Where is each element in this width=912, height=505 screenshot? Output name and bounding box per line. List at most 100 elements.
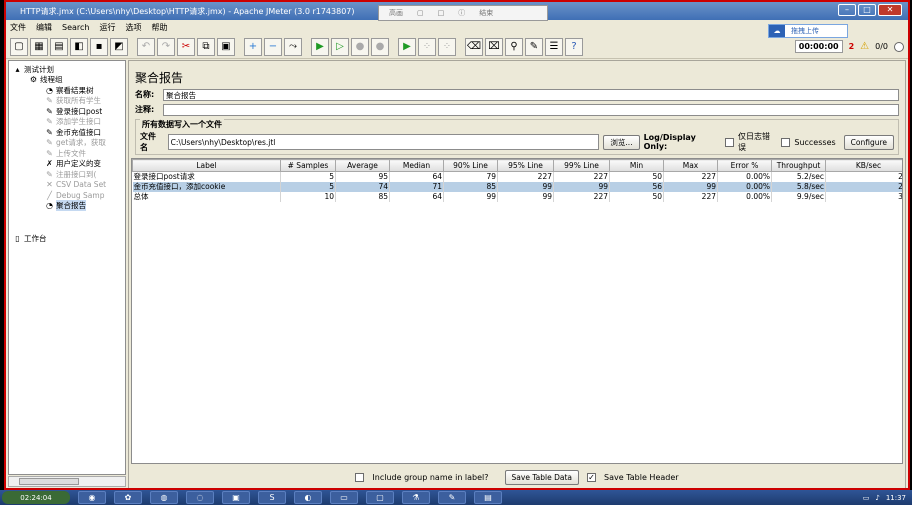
column-header[interactable]: Average bbox=[335, 159, 390, 172]
column-header[interactable]: 90% Line bbox=[443, 159, 498, 172]
warning-icon[interactable]: ⚠ bbox=[860, 41, 869, 52]
table-row[interactable]: 登录接口post请求 5 95 64 79 227 227 50 227 0.00% 5.2/sec… bbox=[132, 171, 902, 182]
expand-icon[interactable]: + bbox=[244, 37, 262, 56]
browse-button[interactable]: 浏览... bbox=[603, 134, 640, 150]
postman-task-icon[interactable]: ◐ bbox=[294, 491, 322, 504]
search-icon[interactable]: ⚲ bbox=[505, 37, 523, 56]
column-header[interactable]: 99% Line bbox=[553, 159, 610, 172]
tree-node[interactable]: ✎ 添加学生接口 bbox=[45, 117, 101, 127]
tree-node[interactable]: ✎ 登录接口post bbox=[45, 106, 102, 116]
column-header[interactable]: 95% Line bbox=[497, 159, 554, 172]
start-button[interactable]: 02:24:04 bbox=[2, 491, 70, 504]
menu-run[interactable]: 运行 bbox=[99, 22, 115, 33]
save-as-icon[interactable]: ◩ bbox=[110, 37, 128, 56]
tree-node[interactable]: ⚙ 线程组 bbox=[29, 75, 63, 85]
errors-only-checkbox[interactable] bbox=[725, 137, 735, 147]
scrollbar-thumb[interactable] bbox=[19, 478, 79, 485]
help-icon[interactable]: ? bbox=[565, 37, 583, 56]
open-recent-icon[interactable]: ◧ bbox=[70, 37, 88, 56]
tree-node[interactable]: ◔ 察看结果树 bbox=[45, 85, 94, 95]
clear-all-icon[interactable]: ⌧ bbox=[485, 37, 503, 56]
tree-node[interactable]: ▯ 工作台 bbox=[13, 233, 46, 243]
toggle-icon[interactable]: ⤳ bbox=[284, 37, 302, 56]
column-header[interactable]: KB/sec bbox=[825, 159, 902, 172]
name-input[interactable]: 聚合报告 bbox=[163, 88, 899, 101]
save-table-data-button[interactable]: Save Table Data bbox=[504, 469, 580, 485]
stop-icon[interactable]: ● bbox=[351, 37, 369, 56]
configure-button[interactable]: Configure bbox=[843, 134, 895, 150]
tree-node[interactable]: ✎ get请求，获取 bbox=[45, 138, 106, 148]
redo-icon[interactable]: ↷ bbox=[157, 37, 175, 56]
menu-search[interactable]: Search bbox=[62, 23, 89, 32]
square-icon[interactable]: ▢ bbox=[413, 9, 428, 17]
minimize-button[interactable]: – bbox=[838, 4, 856, 16]
new-file-icon[interactable]: ▢ bbox=[10, 37, 28, 56]
table-row[interactable]: 总体1085649999227502270.00%9.9/sec3.5 bbox=[132, 191, 902, 202]
menu-edit[interactable]: 编辑 bbox=[36, 22, 52, 33]
comment-input[interactable] bbox=[163, 103, 899, 116]
remote-start-icon[interactable]: ▶ bbox=[398, 37, 416, 56]
column-header[interactable]: Error % bbox=[717, 159, 772, 172]
paste-icon[interactable]: ▣ bbox=[217, 37, 235, 56]
collapse-icon[interactable]: − bbox=[264, 37, 282, 56]
save-table-header-checkbox[interactable]: ✓ bbox=[587, 472, 597, 482]
tree-horizontal-scrollbar[interactable] bbox=[8, 476, 126, 487]
window-icon[interactable]: □ bbox=[434, 9, 449, 17]
tree-node[interactable]: ▴ 测试计划 bbox=[13, 64, 54, 74]
start-icon[interactable]: ▶ bbox=[311, 37, 329, 56]
include-group-checkbox[interactable] bbox=[355, 472, 365, 482]
tree-node[interactable]: ✗ 用户定义的变 bbox=[45, 159, 101, 169]
baidu-task-icon[interactable]: ✿ bbox=[114, 491, 142, 504]
column-header[interactable]: Min bbox=[609, 159, 664, 172]
ppt-task-icon[interactable]: ▣ bbox=[222, 491, 250, 504]
menu-help[interactable]: 帮助 bbox=[151, 22, 167, 33]
window-task-icon[interactable]: ▢ bbox=[366, 491, 394, 504]
float-tab-end[interactable]: 结束 bbox=[475, 8, 497, 18]
app-task-icon[interactable]: ◍ bbox=[150, 491, 178, 504]
tree-node[interactable]: ✎ 金币充值接口 bbox=[45, 127, 101, 137]
maximize-button[interactable]: □ bbox=[858, 4, 876, 16]
shutdown-icon[interactable]: ● bbox=[371, 37, 389, 56]
chrome-task-icon[interactable]: ◉ bbox=[78, 491, 106, 504]
templates-icon[interactable]: ▦ bbox=[30, 37, 48, 56]
column-header[interactable]: # Samples bbox=[280, 159, 336, 172]
undo-icon[interactable]: ↶ bbox=[137, 37, 155, 56]
save-icon[interactable]: ▪ bbox=[90, 37, 108, 56]
open-icon[interactable]: ▤ bbox=[50, 37, 68, 56]
tree-node[interactable]: ╱ Debug Samp bbox=[45, 190, 104, 200]
successes-checkbox[interactable] bbox=[781, 137, 791, 147]
menu-options[interactable]: 选项 bbox=[125, 22, 141, 33]
tree-node[interactable]: ✎ 获取所有学生 bbox=[45, 96, 101, 106]
tree-node[interactable]: ✕ CSV Data Set bbox=[45, 180, 106, 190]
tree-node[interactable]: ✎ 注册接口到( bbox=[45, 169, 96, 179]
cut-icon[interactable]: ✂ bbox=[177, 37, 195, 56]
reset-search-icon[interactable]: ✎ bbox=[525, 37, 543, 56]
terminal-task-icon[interactable]: ▭ bbox=[330, 491, 358, 504]
info-icon[interactable]: ⓘ bbox=[454, 8, 469, 18]
volume-icon[interactable]: ♪ bbox=[875, 494, 879, 502]
explorer-task-icon[interactable]: ▤ bbox=[474, 491, 502, 504]
network-icon[interactable]: ▭ bbox=[863, 494, 870, 502]
column-header[interactable]: Label bbox=[132, 159, 281, 172]
start-no-pause-icon[interactable]: ▷ bbox=[331, 37, 349, 56]
remote-stop-icon[interactable]: ⁘ bbox=[418, 37, 436, 56]
jmeter-task-icon[interactable]: ⚗ bbox=[402, 491, 430, 504]
app2-task-icon[interactable]: ◌ bbox=[186, 491, 214, 504]
menu-file[interactable]: 文件 bbox=[10, 22, 26, 33]
sublime-task-icon[interactable]: S bbox=[258, 491, 286, 504]
tree-node[interactable]: ◔ 聚合报告 bbox=[45, 200, 86, 211]
float-tab-record[interactable]: 高画 bbox=[385, 8, 407, 18]
function-helper-icon[interactable]: ☰ bbox=[545, 37, 563, 56]
close-button[interactable]: ✕ bbox=[878, 4, 902, 16]
clear-icon[interactable]: ⌫ bbox=[465, 37, 483, 56]
table-row[interactable]: 金币充值接口，添加cookie 5 74 71 85 99 99 56 99 0.00% 5.8/s… bbox=[132, 181, 902, 192]
column-header[interactable]: Throughput bbox=[771, 159, 826, 172]
tree-node[interactable]: ✎ 上传文件 bbox=[45, 148, 86, 158]
test-plan-tree[interactable]: ▴ 测试计划 ⚙ 线程组 ◔ 察看结果树 ✎ 获取所有学生 ✎ 登录接口post ✎ 添加学生接口 ✎ 金… bbox=[8, 60, 126, 475]
column-header[interactable]: Max bbox=[663, 159, 718, 172]
column-header[interactable]: Median bbox=[389, 159, 444, 172]
remote-shutdown-icon[interactable]: ⁘ bbox=[438, 37, 456, 56]
filename-input[interactable]: C:\Users\nhy\Desktop\res.jtl bbox=[167, 134, 600, 150]
tool-task-icon[interactable]: ✎ bbox=[438, 491, 466, 504]
copy-icon[interactable]: ⧉ bbox=[197, 37, 215, 56]
